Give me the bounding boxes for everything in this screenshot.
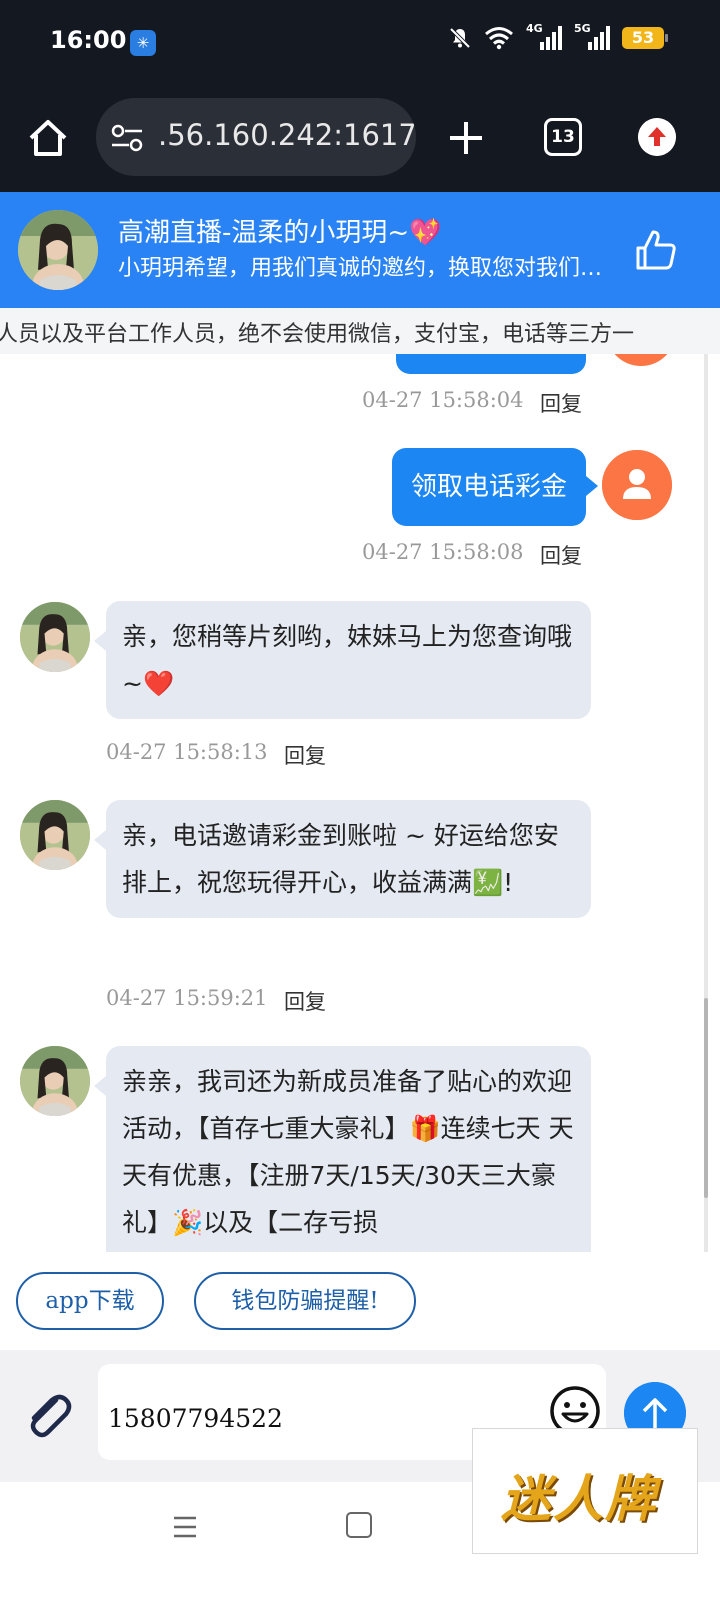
notice-text: 人员以及平台工作人员，绝不会使用微信，支付宝，电话等三方一 [0,322,635,347]
status-icons: 4G 5G 53 [448,22,668,52]
watermark-logo: 迷人牌 [472,1428,698,1554]
host-avatar[interactable] [18,210,98,290]
thumbs-up-icon[interactable] [634,228,678,272]
watermark-text: 迷人牌 [501,1470,657,1528]
outgoing-message-bubble [396,354,586,374]
user-avatar [606,354,676,366]
reply-link[interactable]: 回复 [284,986,326,1016]
mute-bell-icon [449,27,471,49]
message-text: 领取电话彩金 [410,472,567,502]
outgoing-message-bubble: 领取电话彩金 [392,448,598,526]
message-timestamp: 04-27 15:59:21 [106,986,268,1010]
paperclip-icon[interactable] [22,1388,74,1440]
message-text: 亲，您稍等片刻哟，妹妹马上为您查询哦~❤️ [122,622,573,698]
host-avatar [20,602,90,672]
chat-header: 高潮直播-温柔的小玥玥~💖 小玥玥希望，用我们真诚的邀约，换取您对我们的信任 [0,192,720,308]
status-bar: 16:00 ✳ 4G 5G 53 [0,0,720,82]
address-bar[interactable]: .56.160.242:1617 [96,98,416,176]
incoming-message-bubble: 亲，您稍等片刻哟，妹妹马上为您查询哦~❤️ [94,601,591,719]
app-download-button[interactable]: app下载 [16,1272,164,1330]
new-tab-icon[interactable] [446,118,486,158]
site-settings-icon[interactable] [110,124,144,152]
message-list[interactable]: 04-27 15:58:04 回复 领取电话彩金 04-27 15:58:08 … [0,354,720,1252]
tab-switcher-button[interactable]: 13 [544,118,582,156]
reply-link[interactable]: 回复 [540,540,582,570]
message-timestamp: 04-27 15:58:04 [362,388,524,412]
chat-subtitle: 小玥玥希望，用我们真诚的邀约，换取您对我们的信任 [118,256,610,281]
reply-link[interactable]: 回复 [284,740,326,770]
status-time: 16:00 [50,26,127,54]
battery-icon: 53 [622,27,668,49]
update-arrow-icon[interactable] [638,118,676,156]
message-text: 亲亲，我司还为新成员准备了贴心的欢迎活动，【首存七重大豪礼】🎁连续七天 天天有优… [122,1067,574,1237]
notification-app-icon: ✳ [130,30,156,56]
chat-title: 高潮直播-温柔的小玥玥~💖 [118,218,442,248]
signal-5g-icon: 5G [574,22,610,52]
incoming-message-bubble: 亲亲，我司还为新成员准备了贴心的欢迎活动，【首存七重大豪礼】🎁连续七天 天天有优… [94,1046,591,1252]
host-avatar [20,800,90,870]
browser-toolbar: .56.160.242:1617 13 [0,82,720,192]
host-avatar [20,1046,90,1116]
url-text: .56.160.242:1617 [158,118,416,152]
reply-link[interactable]: 回复 [540,388,582,418]
user-avatar [602,450,672,520]
wifi-icon [485,27,513,50]
recent-apps-icon[interactable] [172,1514,198,1540]
message-timestamp: 04-27 15:58:13 [106,740,268,764]
message-input-value: 15807794522 [108,1404,283,1433]
message-text: 亲，电话邀请彩金到账啦 ~ 好运给您安排上，祝您玩得开心，收益满满💹! [122,821,559,897]
notice-marquee: 人员以及平台工作人员，绝不会使用微信，支付宝，电话等三方一 [0,308,720,354]
wallet-antifraud-button[interactable]: 钱包防骗提醒! [194,1272,416,1330]
incoming-message-bubble: 亲，电话邀请彩金到账啦 ~ 好运给您安排上，祝您玩得开心，收益满满💹! [94,800,591,918]
nav-home-icon[interactable] [346,1512,372,1538]
scrollbar-thumb[interactable] [704,998,708,1198]
home-icon[interactable] [26,116,70,160]
quick-reply-bar: app下载 钱包防骗提醒! [0,1252,720,1350]
message-timestamp: 04-27 15:58:08 [362,540,524,564]
signal-4g-icon: 4G [526,22,562,52]
